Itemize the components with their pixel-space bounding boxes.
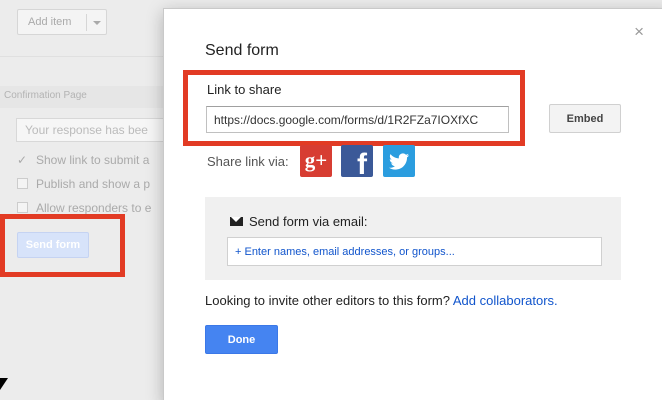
email-recipients-placeholder: + Enter names, email addresses, or group…	[235, 246, 455, 258]
option-publish-summary[interactable]: Publish and show a p	[17, 177, 150, 191]
option-label: Publish and show a p	[36, 177, 151, 191]
add-item-divider	[86, 14, 87, 31]
option-show-link[interactable]: ✓ Show link to submit a	[17, 153, 149, 167]
facebook-share-button[interactable]: f	[341, 145, 373, 181]
dialog-title: Send form	[205, 42, 279, 59]
done-button[interactable]: Done	[205, 325, 278, 354]
embed-label: Embed	[566, 113, 604, 125]
mouse-cursor-icon	[0, 378, 8, 390]
add-item-button[interactable]: Add item	[17, 9, 107, 35]
share-link-via-label: Share link via:	[207, 154, 289, 169]
send-via-email-label: Send form via email:	[249, 214, 368, 229]
facebook-icon: f	[357, 148, 367, 181]
embed-button[interactable]: Embed	[549, 104, 621, 133]
add-collaborators-link[interactable]: Add collaborators.	[453, 293, 558, 308]
close-icon[interactable]: ×	[634, 23, 644, 40]
highlight-box-send-form	[0, 214, 125, 277]
email-recipients-input[interactable]: + Enter names, email addresses, or group…	[227, 237, 602, 266]
divider	[0, 56, 170, 57]
twitter-bird-icon	[389, 153, 409, 170]
confirmation-page-tab[interactable]: Confirmation Page	[0, 86, 170, 108]
chevron-down-icon[interactable]	[93, 21, 101, 25]
invite-editors-text: Looking to invite other editors to this …	[205, 293, 558, 308]
confirmation-page-label: Confirmation Page	[4, 90, 87, 101]
envelope-icon	[230, 217, 243, 226]
done-label: Done	[227, 334, 256, 346]
option-label: Allow responders to e	[36, 201, 152, 215]
checkmark-icon: ✓	[17, 153, 28, 167]
highlight-box-link	[183, 70, 525, 146]
option-label: Show link to submit a	[36, 153, 150, 167]
checkbox[interactable]	[17, 202, 28, 213]
confirmation-message-placeholder: Your response has bee	[25, 123, 148, 137]
twitter-share-button[interactable]	[383, 145, 415, 177]
google-plus-icon: g+	[304, 148, 328, 172]
checkbox[interactable]	[17, 178, 28, 189]
send-form-dialog: × Send form Link to share https://docs.g…	[163, 8, 662, 400]
email-share-panel: Send form via email: + Enter names, emai…	[205, 197, 621, 280]
google-plus-share-button[interactable]: g+	[300, 145, 332, 177]
option-allow-edit[interactable]: Allow responders to e	[17, 201, 151, 215]
add-item-label: Add item	[28, 16, 72, 28]
invite-editors-question: Looking to invite other editors to this …	[205, 293, 450, 308]
confirmation-message-input[interactable]: Your response has bee	[16, 118, 176, 142]
